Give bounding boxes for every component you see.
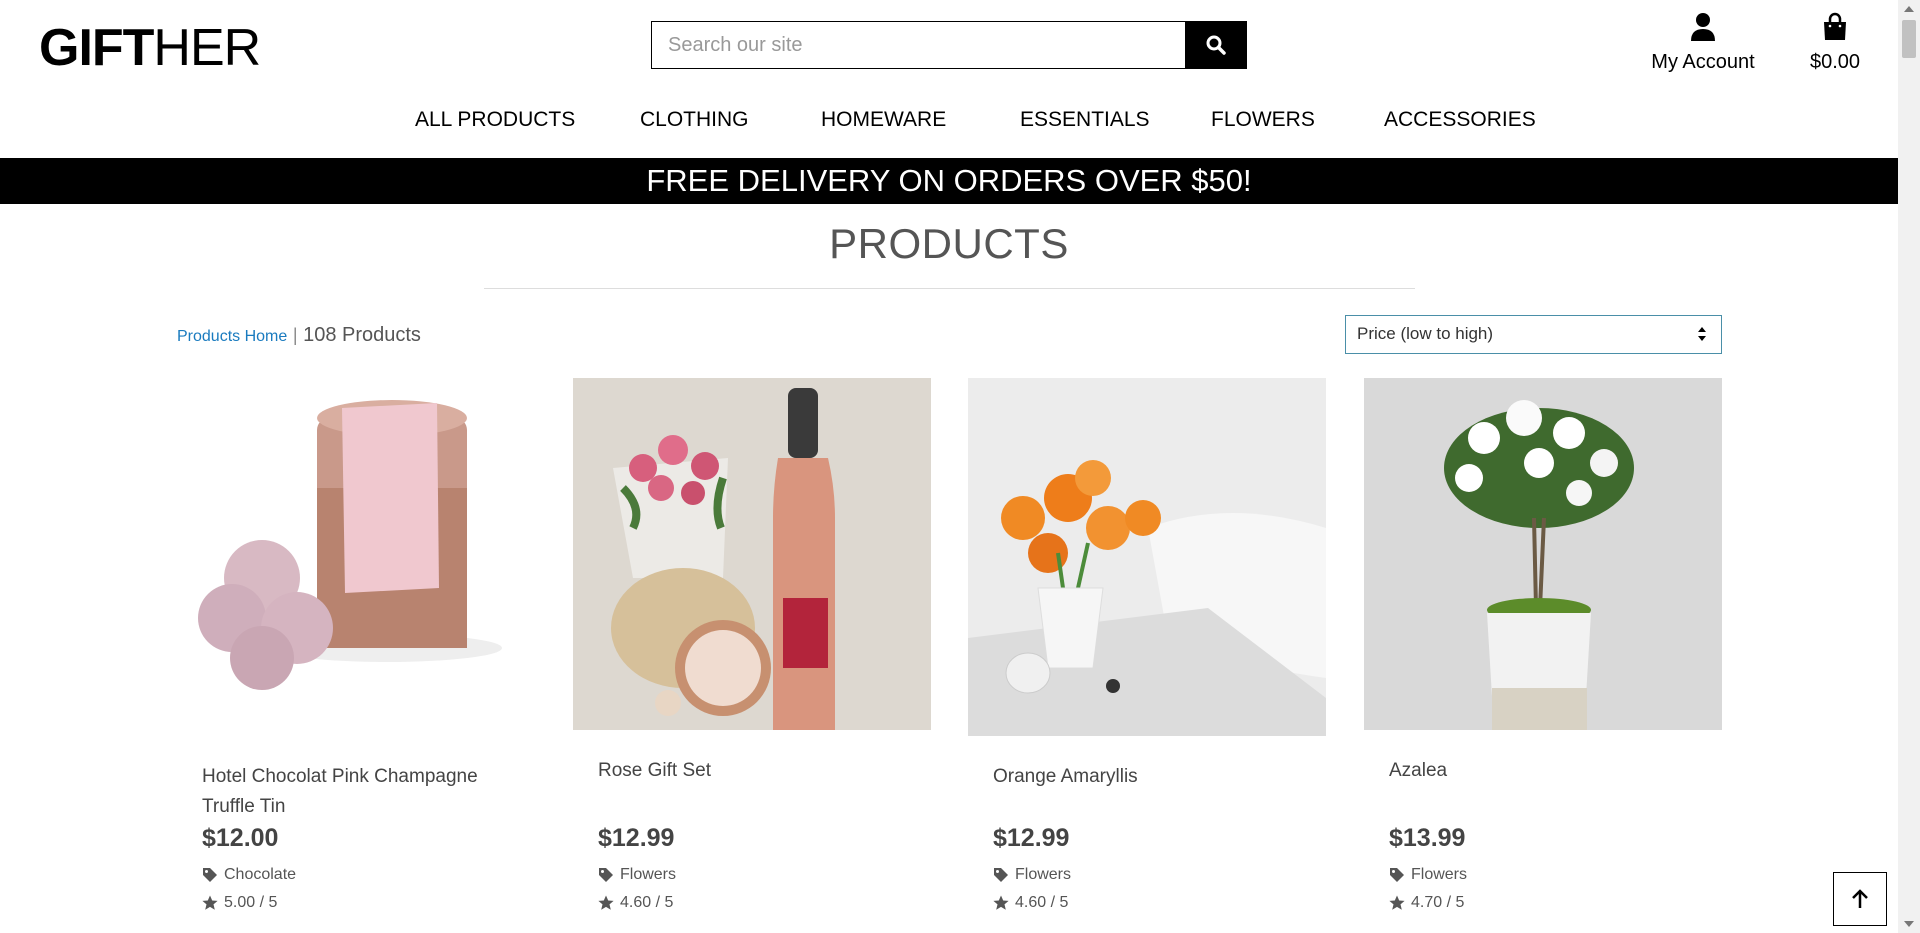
search-icon: [1206, 35, 1226, 55]
product-category[interactable]: Chocolate: [202, 866, 296, 884]
user-icon: [1691, 13, 1715, 41]
rating-value: 4.60 / 5: [1015, 894, 1069, 911]
my-account-label: My Account: [1651, 51, 1755, 73]
search-form: [651, 21, 1247, 69]
category-label: Flowers: [620, 866, 677, 883]
product-name[interactable]: Hotel Chocolat Pink Champagne Truffle Ti…: [202, 762, 512, 822]
title-divider: [484, 288, 1415, 289]
scrollbar-thumb[interactable]: [1902, 20, 1916, 58]
product-image[interactable]: [1364, 378, 1722, 730]
arrow-up-icon: [1852, 889, 1868, 908]
product-price: $12.00: [202, 824, 279, 852]
product-rating: 5.00 / 5: [202, 894, 277, 912]
star-icon: [598, 895, 614, 910]
nav-flowers[interactable]: FLOWERS: [1211, 108, 1315, 132]
product-image[interactable]: [573, 378, 931, 730]
products-home-link[interactable]: Products Home: [177, 328, 287, 345]
product-price: $12.99: [598, 824, 675, 852]
product-name[interactable]: Azalea: [1389, 756, 1699, 786]
select-arrows-icon: [1698, 327, 1706, 341]
tag-icon: [203, 868, 217, 882]
product-category[interactable]: Flowers: [598, 866, 676, 884]
rating-value: 5.00 / 5: [224, 894, 278, 911]
product-card[interactable]: Hotel Chocolat Pink Champagne Truffle Ti…: [177, 378, 535, 911]
tag-icon: [1390, 868, 1404, 882]
category-label: Flowers: [1411, 866, 1468, 883]
product-name[interactable]: Rose Gift Set: [598, 756, 908, 786]
delivery-banner: FREE DELIVERY ON ORDERS OVER $50!: [0, 158, 1898, 204]
scroll-down-arrow[interactable]: [1904, 921, 1914, 927]
breadcrumb: Products Home | 108 Products: [177, 324, 421, 347]
product-name[interactable]: Orange Amaryllis: [993, 762, 1303, 792]
breadcrumb-separator: |: [292, 325, 298, 345]
search-button[interactable]: [1185, 21, 1247, 69]
product-image[interactable]: [177, 378, 535, 730]
product-rating: 4.70 / 5: [1389, 894, 1464, 912]
search-input[interactable]: [651, 21, 1185, 69]
sort-select[interactable]: Price (low to high): [1345, 315, 1722, 354]
star-icon: [1389, 895, 1405, 910]
product-card[interactable]: Rose Gift Set $12.99 Flowers 4.60 / 5: [573, 378, 931, 911]
tag-icon: [994, 868, 1008, 882]
shopping-bag-icon: [1824, 12, 1846, 40]
product-rating: 4.60 / 5: [993, 894, 1068, 912]
nav-all-products[interactable]: ALL PRODUCTS: [415, 108, 575, 132]
product-card[interactable]: Orange Amaryllis $12.99 Flowers 4.60 / 5: [968, 378, 1326, 911]
nav-essentials[interactable]: ESSENTIALS: [1020, 108, 1150, 132]
rating-value: 4.70 / 5: [1411, 894, 1465, 911]
product-card[interactable]: Azalea $13.99 Flowers 4.70 / 5: [1364, 378, 1722, 911]
my-account-link[interactable]: My Account: [1648, 12, 1758, 74]
product-rating: 4.60 / 5: [598, 894, 673, 912]
product-price: $13.99: [1389, 824, 1466, 852]
star-icon: [202, 895, 218, 910]
nav-homeware[interactable]: HOMEWARE: [821, 108, 946, 132]
product-count: 108 Products: [303, 324, 421, 346]
page-title: PRODUCTS: [829, 220, 1069, 267]
product-category[interactable]: Flowers: [993, 866, 1071, 884]
bag-total: $0.00: [1809, 51, 1861, 73]
scroll-up-arrow[interactable]: [1904, 6, 1914, 12]
site-logo[interactable]: GIFTHER: [39, 18, 261, 78]
product-price: $12.99: [993, 824, 1070, 852]
page-scrollbar[interactable]: [1898, 0, 1920, 933]
category-label: Flowers: [1015, 866, 1072, 883]
logo-light-text: HER: [153, 19, 261, 77]
nav-accessories[interactable]: ACCESSORIES: [1384, 108, 1536, 132]
tag-icon: [599, 868, 613, 882]
rating-value: 4.60 / 5: [620, 894, 674, 911]
category-label: Chocolate: [224, 866, 297, 883]
logo-bold-text: GIFT: [39, 19, 154, 77]
product-category[interactable]: Flowers: [1389, 866, 1467, 884]
sort-selected-value: Price (low to high): [1357, 324, 1494, 343]
star-icon: [993, 895, 1009, 910]
back-to-top-button[interactable]: [1833, 872, 1887, 926]
nav-clothing[interactable]: CLOTHING: [640, 108, 749, 132]
shopping-bag-link[interactable]: $0.00: [1800, 12, 1870, 74]
product-image[interactable]: [968, 378, 1326, 736]
main-nav: ALL PRODUCTS CLOTHING HOMEWARE ESSENTIAL…: [0, 108, 1898, 134]
